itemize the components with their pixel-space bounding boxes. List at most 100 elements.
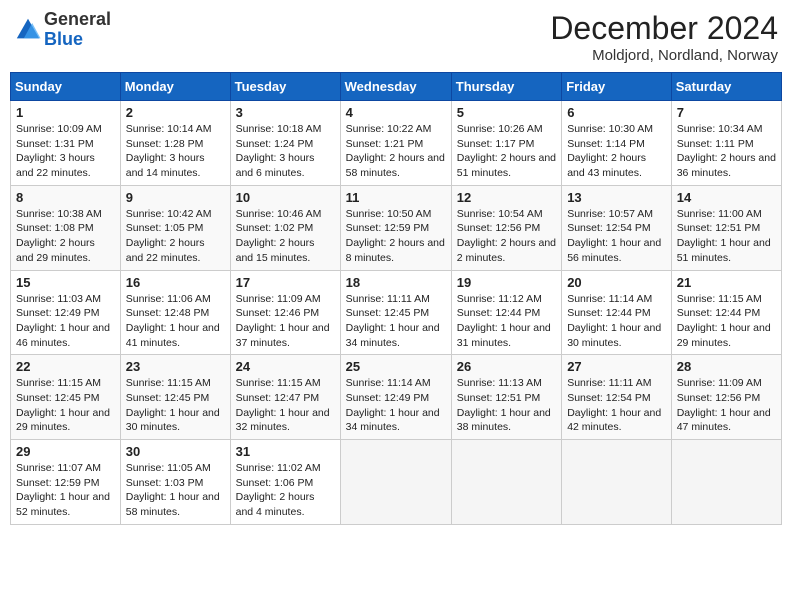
day-number: 21 — [677, 275, 776, 290]
day-info: Sunrise: 11:09 AMSunset: 12:46 PMDayligh… — [236, 293, 330, 349]
calendar-day-cell: 9 Sunrise: 10:42 AMSunset: 1:05 PMDayligh… — [120, 185, 230, 270]
calendar-day-cell: 18Sunrise: 11:11 AMSunset: 12:45 PMDayli… — [340, 270, 451, 355]
calendar-day-header: Tuesday — [230, 73, 340, 101]
calendar-day-cell: 22 Sunrise: 11:15 AMSunset: 12:45 PMDayli… — [11, 355, 121, 440]
calendar-day-header: Monday — [120, 73, 230, 101]
day-number: 24 — [236, 359, 335, 374]
calendar-day-cell: 27 Sunrise: 11:11 AMSunset: 12:54 PMDayli… — [562, 355, 672, 440]
day-info: Sunrise: 11:07 AMSunset: 12:59 PMDayligh… — [16, 462, 110, 518]
day-info: Sunrise: 11:11 AMSunset: 12:45 PMDayligh… — [346, 293, 440, 349]
day-number: 6 — [567, 105, 666, 120]
calendar-day-cell: 4Sunrise: 10:22 AMSunset: 1:21 PMDayligh… — [340, 101, 451, 186]
day-number: 8 — [16, 190, 115, 205]
day-info: Sunrise: 11:05 AMSunset: 1:03 PMDaylight… — [126, 462, 220, 518]
day-info: Sunrise: 11:15 AMSunset: 12:47 PMDayligh… — [236, 377, 330, 433]
calendar-day-cell: 7Sunrise: 10:34 AMSunset: 1:11 PMDayligh… — [671, 101, 781, 186]
calendar-day-cell: 15Sunrise: 11:03 AMSunset: 12:49 PMDayli… — [11, 270, 121, 355]
day-info: Sunrise: 10:38 AMSunset: 1:08 PMDaylight… — [16, 208, 102, 264]
calendar-day-header: Friday — [562, 73, 672, 101]
calendar-day-cell: 1Sunrise: 10:09 AMSunset: 1:31 PMDayligh… — [11, 101, 121, 186]
calendar-day-cell — [451, 440, 561, 525]
title-area: December 2024 Moldjord, Nordland, Norway — [550, 10, 778, 64]
day-number: 2 — [126, 105, 225, 120]
logo-blue-text: Blue — [44, 30, 111, 50]
logo: General Blue — [14, 10, 111, 50]
calendar-day-cell: 19Sunrise: 11:12 AMSunset: 12:44 PMDayli… — [451, 270, 561, 355]
page-header: General Blue December 2024 Moldjord, Nor… — [10, 10, 782, 64]
day-number: 13 — [567, 190, 666, 205]
day-number: 23 — [126, 359, 225, 374]
calendar-day-cell: 11 Sunrise: 10:50 AMSunset: 12:59 PMDayli… — [340, 185, 451, 270]
day-number: 9 — [126, 190, 225, 205]
logo-general-text: General — [44, 10, 111, 30]
day-number: 26 — [457, 359, 556, 374]
calendar-week-row: 29Sunrise: 11:07 AMSunset: 12:59 PMDayli… — [11, 440, 782, 525]
day-info: Sunrise: 10:18 AMSunset: 1:24 PMDaylight… — [236, 123, 322, 179]
day-number: 16 — [126, 275, 225, 290]
day-number: 28 — [677, 359, 776, 374]
day-number: 25 — [346, 359, 446, 374]
calendar-day-cell: 30Sunrise: 11:05 AMSunset: 1:03 PMDaylig… — [120, 440, 230, 525]
calendar-day-header: Thursday — [451, 73, 561, 101]
day-info: Sunrise: 11:15 AMSunset: 12:44 PMDayligh… — [677, 293, 771, 349]
day-number: 4 — [346, 105, 446, 120]
day-number: 17 — [236, 275, 335, 290]
day-number: 27 — [567, 359, 666, 374]
month-title: December 2024 — [550, 10, 778, 47]
calendar-day-cell — [562, 440, 672, 525]
logo-icon — [14, 16, 42, 44]
calendar-day-cell: 3 Sunrise: 10:18 AMSunset: 1:24 PMDayligh… — [230, 101, 340, 186]
day-number: 31 — [236, 444, 335, 459]
day-number: 10 — [236, 190, 335, 205]
day-info: Sunrise: 11:09 AMSunset: 12:56 PMDayligh… — [677, 377, 771, 433]
day-info: Sunrise: 11:00 AMSunset: 12:51 PMDayligh… — [677, 208, 771, 264]
calendar-day-header: Saturday — [671, 73, 781, 101]
calendar-day-cell: 28 Sunrise: 11:09 AMSunset: 12:56 PMDayli… — [671, 355, 781, 440]
day-number: 22 — [16, 359, 115, 374]
calendar-day-cell: 13Sunrise: 10:57 AMSunset: 12:54 PMDayli… — [562, 185, 672, 270]
calendar-week-row: 15Sunrise: 11:03 AMSunset: 12:49 PMDayli… — [11, 270, 782, 355]
day-info: Sunrise: 10:30 AMSunset: 1:14 PMDaylight… — [567, 123, 653, 179]
calendar-day-cell: 5 Sunrise: 10:26 AMSunset: 1:17 PMDayligh… — [451, 101, 561, 186]
calendar-day-header: Sunday — [11, 73, 121, 101]
calendar-day-cell: 14Sunrise: 11:00 AMSunset: 12:51 PMDayli… — [671, 185, 781, 270]
day-info: Sunrise: 11:13 AMSunset: 12:51 PMDayligh… — [457, 377, 551, 433]
day-info: Sunrise: 10:46 AMSunset: 1:02 PMDaylight… — [236, 208, 322, 264]
day-info: Sunrise: 11:14 AMSunset: 12:44 PMDayligh… — [567, 293, 661, 349]
calendar-day-cell: 21 Sunrise: 11:15 AMSunset: 12:44 PMDayli… — [671, 270, 781, 355]
calendar-header-row: SundayMondayTuesdayWednesdayThursdayFrid… — [11, 73, 782, 101]
calendar-week-row: 8 Sunrise: 10:38 AMSunset: 1:08 PMDayligh… — [11, 185, 782, 270]
day-number: 1 — [16, 105, 115, 120]
calendar-day-cell — [671, 440, 781, 525]
day-info: Sunrise: 11:15 AMSunset: 12:45 PMDayligh… — [16, 377, 110, 433]
calendar-table: SundayMondayTuesdayWednesdayThursdayFrid… — [10, 72, 782, 525]
calendar-day-cell: 23Sunrise: 11:15 AMSunset: 12:45 PMDayli… — [120, 355, 230, 440]
day-number: 20 — [567, 275, 666, 290]
calendar-day-cell: 8 Sunrise: 10:38 AMSunset: 1:08 PMDayligh… — [11, 185, 121, 270]
calendar-day-cell: 31Sunrise: 11:02 AMSunset: 1:06 PMDaylig… — [230, 440, 340, 525]
calendar-week-row: 1Sunrise: 10:09 AMSunset: 1:31 PMDayligh… — [11, 101, 782, 186]
calendar-day-cell: 26 Sunrise: 11:13 AMSunset: 12:51 PMDayli… — [451, 355, 561, 440]
day-info: Sunrise: 10:42 AMSunset: 1:05 PMDaylight… — [126, 208, 212, 264]
calendar-day-cell: 16 Sunrise: 11:06 AMSunset: 12:48 PMDayli… — [120, 270, 230, 355]
calendar-day-header: Wednesday — [340, 73, 451, 101]
day-info: Sunrise: 10:50 AMSunset: 12:59 PMDayligh… — [346, 208, 445, 264]
day-info: Sunrise: 10:54 AMSunset: 12:56 PMDayligh… — [457, 208, 556, 264]
day-number: 15 — [16, 275, 115, 290]
calendar-day-cell: 24 Sunrise: 11:15 AMSunset: 12:47 PMDayli… — [230, 355, 340, 440]
day-info: Sunrise: 10:14 AMSunset: 1:28 PMDaylight… — [126, 123, 212, 179]
calendar-day-cell: 20 Sunrise: 11:14 AMSunset: 12:44 PMDayli… — [562, 270, 672, 355]
day-info: Sunrise: 11:06 AMSunset: 12:48 PMDayligh… — [126, 293, 220, 349]
day-number: 5 — [457, 105, 556, 120]
day-info: Sunrise: 11:12 AMSunset: 12:44 PMDayligh… — [457, 293, 551, 349]
day-info: Sunrise: 11:11 AMSunset: 12:54 PMDayligh… — [567, 377, 661, 433]
calendar-day-cell: 10 Sunrise: 10:46 AMSunset: 1:02 PMDaylig… — [230, 185, 340, 270]
day-info: Sunrise: 10:26 AMSunset: 1:17 PMDaylight… — [457, 123, 556, 179]
day-number: 11 — [346, 190, 446, 205]
location-text: Moldjord, Nordland, Norway — [550, 47, 778, 64]
day-number: 3 — [236, 105, 335, 120]
day-info: Sunrise: 11:14 AMSunset: 12:49 PMDayligh… — [346, 377, 440, 433]
calendar-day-cell: 17 Sunrise: 11:09 AMSunset: 12:46 PMDayli… — [230, 270, 340, 355]
day-number: 12 — [457, 190, 556, 205]
calendar-week-row: 22 Sunrise: 11:15 AMSunset: 12:45 PMDayli… — [11, 355, 782, 440]
